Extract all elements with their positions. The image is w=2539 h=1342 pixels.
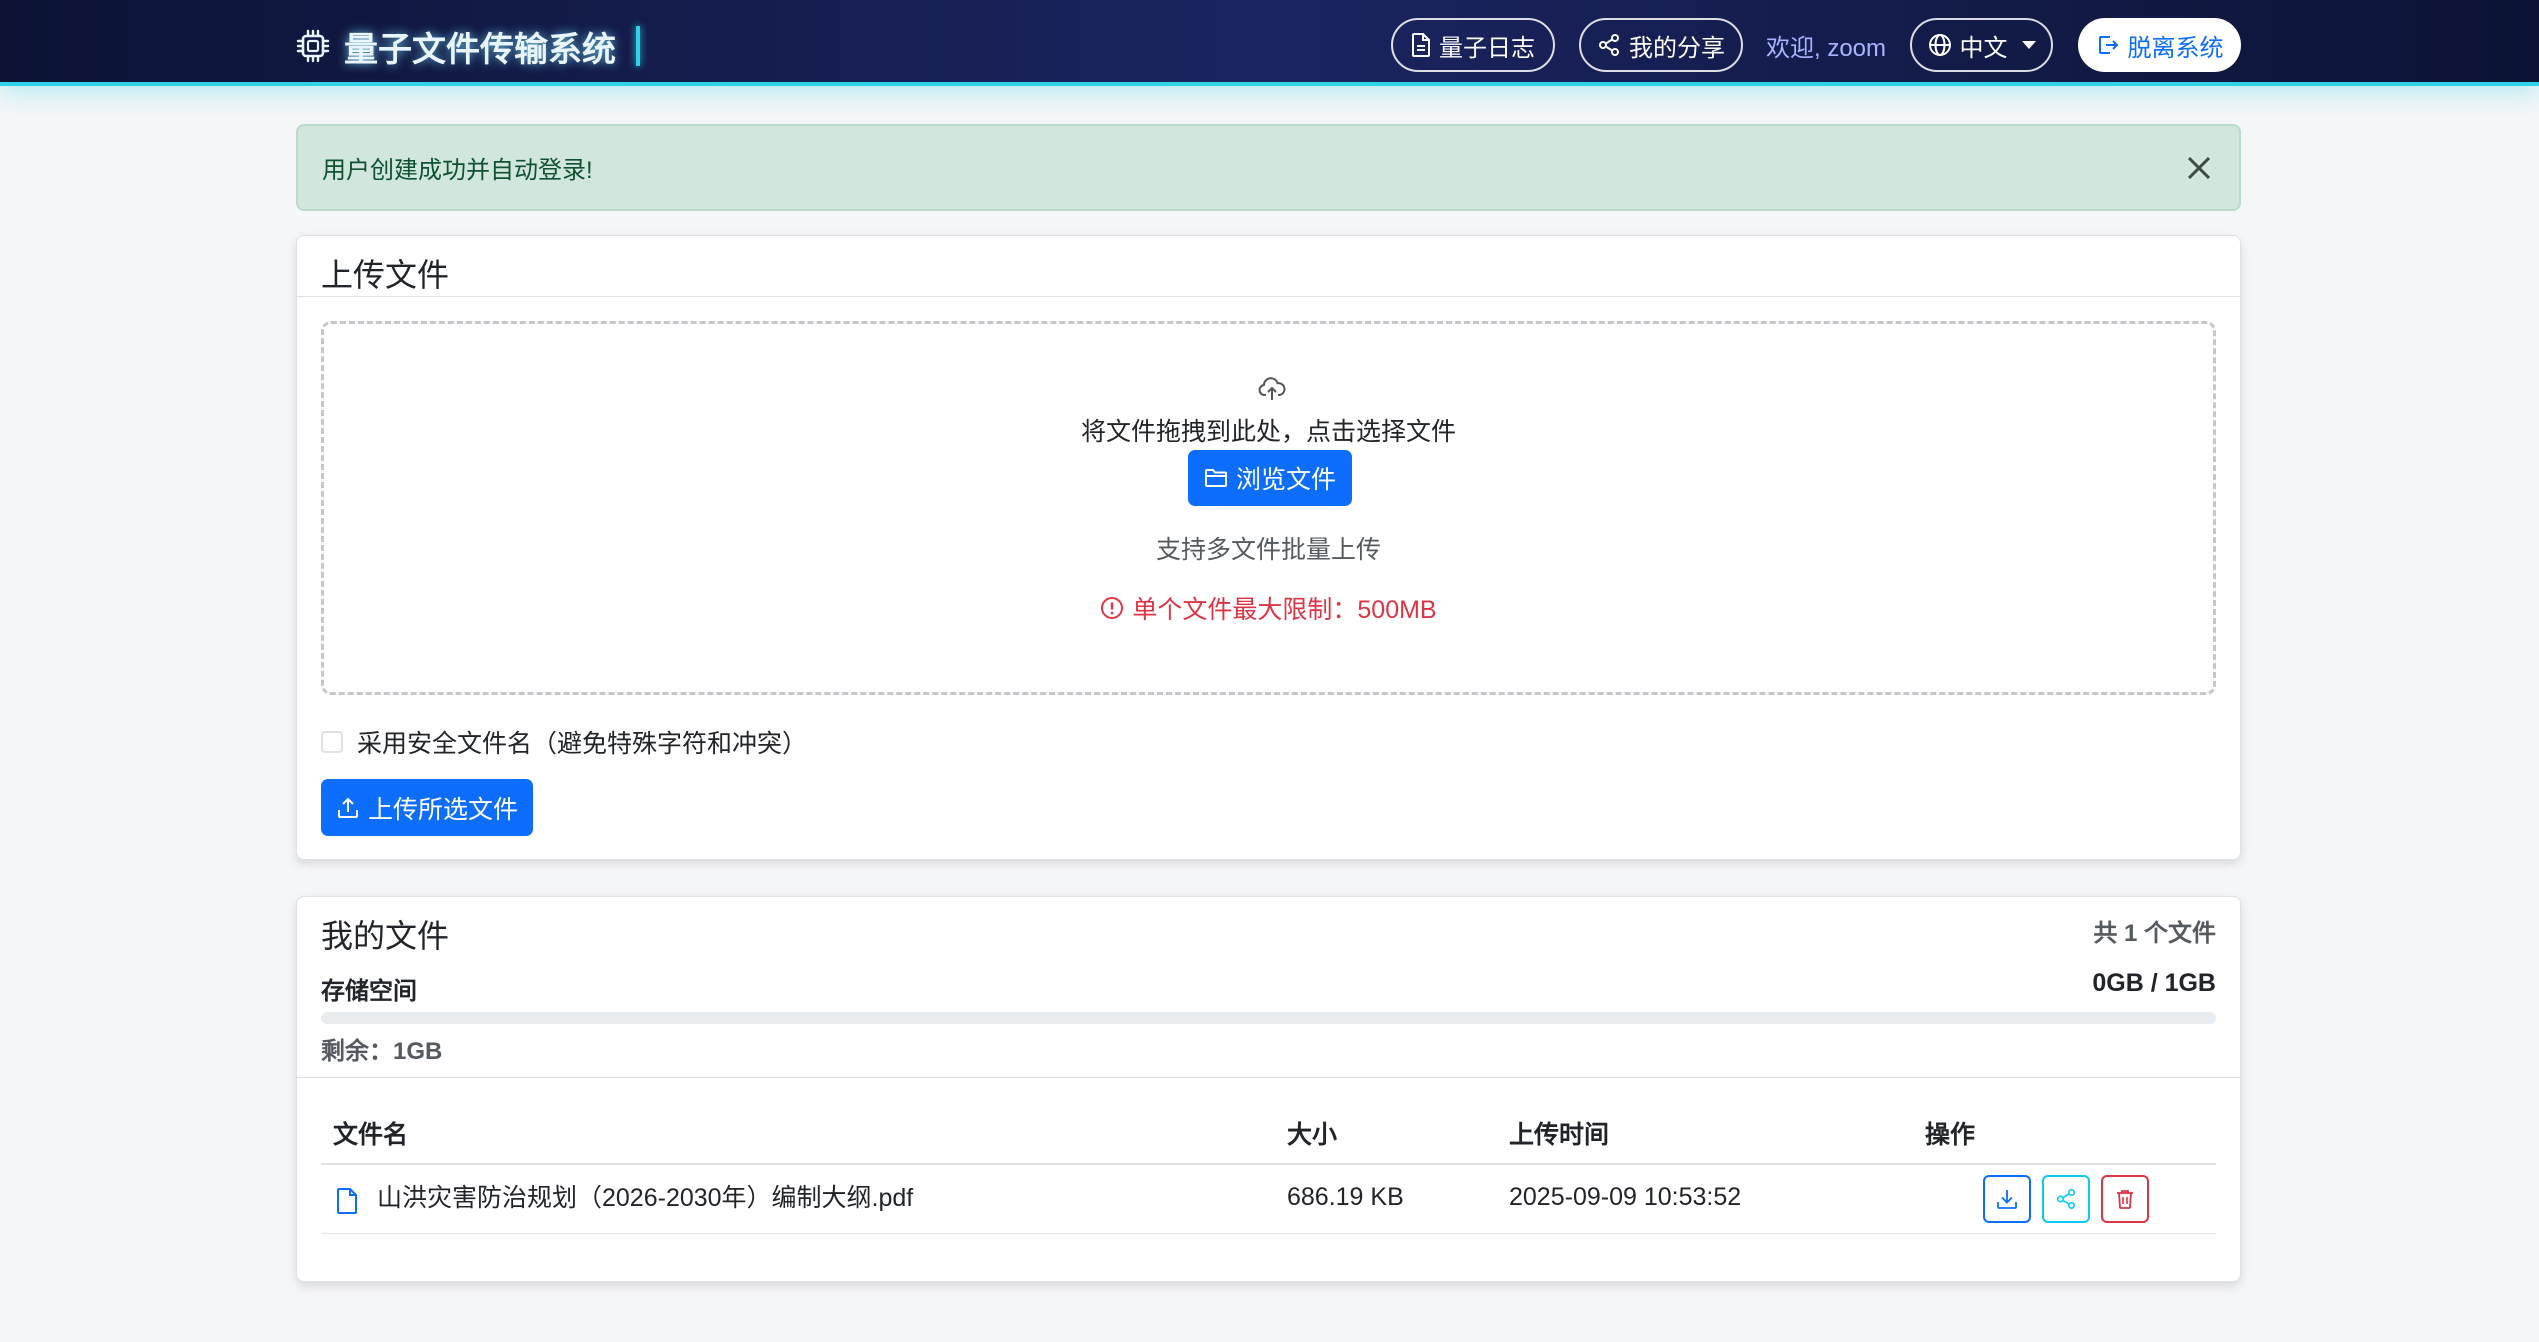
globe-icon <box>1928 34 1951 56</box>
drop-zone-text: 将文件拖拽到此处，点击选择文件 <box>1080 418 1456 446</box>
storage-progress-bar <box>321 1012 2216 1024</box>
size-limit-warning: 单个文件最大限制：500MB <box>324 590 2213 626</box>
column-header-size: 大小 <box>1287 1121 1338 1149</box>
logout-button[interactable]: 脱离系统 <box>2078 18 2241 72</box>
language-label: 中文 <box>1959 34 2008 62</box>
table-row-divider <box>321 1233 2216 1234</box>
upload-card: 上传文件 将文件拖拽到此处，点击选择文件 浏览文件 支持多文件批量上传 单个文件… <box>296 235 2241 860</box>
browse-files-button[interactable]: 浏览文件 <box>1188 450 1352 506</box>
my-share-button[interactable]: 我的分享 <box>1579 18 1743 72</box>
folder-icon <box>1204 469 1227 487</box>
language-dropdown[interactable]: 中文 <box>1910 18 2053 72</box>
caret-down-icon <box>2021 41 2036 49</box>
exclamation-circle-icon <box>1101 597 1124 619</box>
download-button[interactable] <box>1983 1175 2031 1223</box>
upload-selected-label: 上传所选文件 <box>367 795 518 824</box>
cloud-upload-icon <box>1258 377 1286 400</box>
download-icon <box>1997 1190 2017 1209</box>
share-icon <box>2056 1189 2076 1209</box>
storage-label: 存储空间 <box>321 978 417 1005</box>
file-icon <box>337 1188 357 1214</box>
drop-zone[interactable]: 将文件拖拽到此处，点击选择文件 浏览文件 支持多文件批量上传 单个文件最大限制：… <box>321 321 2216 695</box>
file-upload-time: 2025-09-09 10:53:52 <box>1509 1183 1742 1211</box>
file-count: 共 1 个文件 <box>2093 920 2216 947</box>
close-icon[interactable] <box>2181 150 2217 186</box>
column-header-time: 上传时间 <box>1509 1121 1610 1149</box>
multi-upload-hint: 支持多文件批量上传 <box>1155 536 1381 564</box>
delete-button[interactable] <box>2101 1175 2149 1223</box>
files-divider <box>297 1077 2240 1078</box>
column-header-name: 文件名 <box>333 1121 409 1149</box>
storage-remaining: 剩余：1GB <box>321 1038 443 1065</box>
quantum-log-label: 量子日志 <box>1439 34 1535 62</box>
safe-filename-option[interactable]: 采用安全文件名（避免特殊字符和冲突） <box>321 724 807 760</box>
upload-icon <box>337 797 358 818</box>
document-icon <box>1412 33 1430 57</box>
my-files-card: 我的文件 共 1 个文件 存储空间 0GB / 1GB 剩余：1GB 文件名 大… <box>296 896 2241 1282</box>
browse-files-label: 浏览文件 <box>1235 466 1336 494</box>
my-files-title: 我的文件 <box>321 918 450 954</box>
size-limit-text: 单个文件最大限制：500MB <box>1132 596 1437 624</box>
safe-filename-label: 采用安全文件名（避免特殊字符和冲突） <box>357 730 808 758</box>
upload-card-title: 上传文件 <box>321 257 450 293</box>
trash-icon <box>2117 1190 2133 1209</box>
quantum-log-button[interactable]: 量子日志 <box>1391 18 1555 72</box>
card-header-divider <box>297 296 2240 297</box>
share-icon <box>1599 34 1619 56</box>
column-header-actions: 操作 <box>1925 1121 1976 1149</box>
share-button[interactable] <box>2042 1175 2090 1223</box>
alert-message: 用户创建成功并自动登录! <box>322 157 593 184</box>
storage-value: 0GB / 1GB <box>2092 969 2216 997</box>
safe-filename-checkbox[interactable] <box>321 731 343 753</box>
brand[interactable]: 量子文件传输系统 <box>296 22 640 70</box>
file-size: 686.19 KB <box>1287 1183 1404 1211</box>
upload-selected-button[interactable]: 上传所选文件 <box>321 779 533 836</box>
chip-icon <box>296 29 330 63</box>
my-share-label: 我的分享 <box>1629 34 1725 62</box>
file-name[interactable]: 山洪灾害防治规划（2026-2030年）编制大纲.pdf <box>377 1178 913 1214</box>
success-alert: 用户创建成功并自动登录! <box>296 124 2241 211</box>
navbar: 量子文件传输系统 量子日志 我的分享 欢迎, zoom 中文 脱离系统 <box>0 0 2539 86</box>
logout-icon <box>2098 36 2118 54</box>
table-header-divider <box>321 1163 2216 1165</box>
welcome-text: 欢迎, zoom <box>1766 34 1887 62</box>
brand-title: 量子文件传输系统 <box>344 30 616 69</box>
logout-label: 脱离系统 <box>2127 34 2224 62</box>
typing-cursor <box>636 26 640 66</box>
